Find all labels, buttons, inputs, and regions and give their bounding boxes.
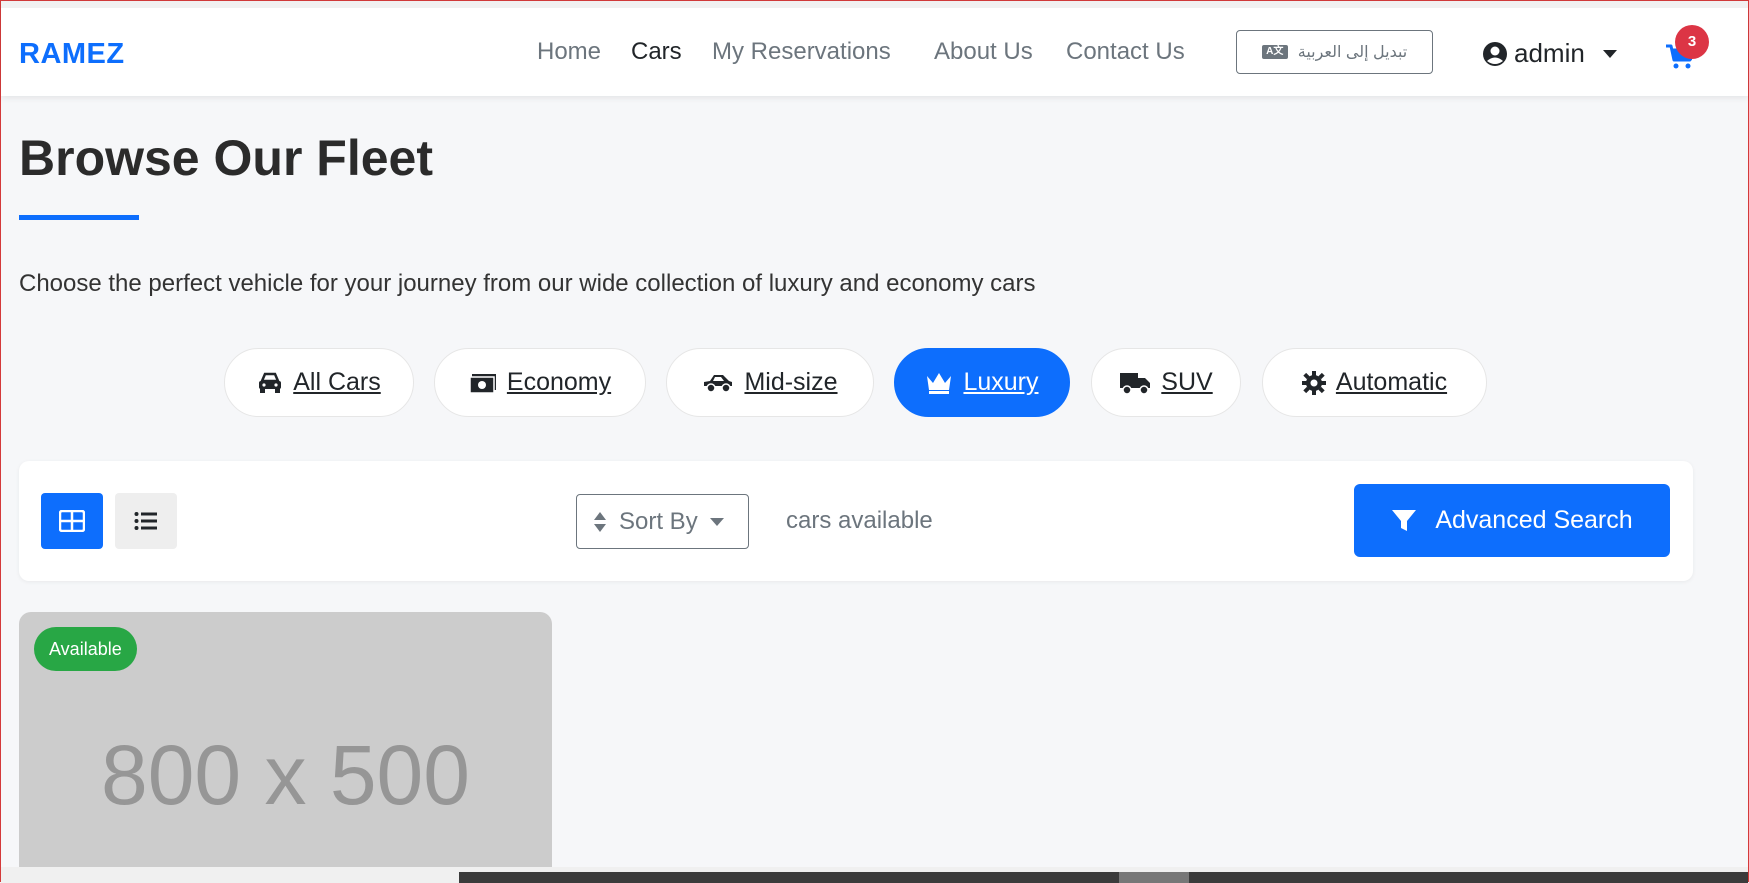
nav-cars[interactable]: Cars xyxy=(631,38,682,66)
car-icon xyxy=(259,372,282,393)
brand-logo[interactable]: RAMEZ xyxy=(19,38,125,71)
filter-label: All Cars xyxy=(293,368,381,396)
chevron-down-icon xyxy=(709,517,724,526)
sort-icon xyxy=(594,511,606,532)
language-icon: A文 xyxy=(1261,45,1288,59)
navbar: RAMEZ Home Cars My Reservations About Us… xyxy=(1,1,1748,96)
money-icon xyxy=(469,373,496,394)
truck-icon xyxy=(1120,372,1151,395)
filter-label: SUV xyxy=(1161,368,1213,396)
filter-suv[interactable]: SUV xyxy=(1091,348,1241,417)
scrollbar-thumb[interactable] xyxy=(459,872,1748,883)
page-subtitle: Choose the perfect vehicle for your jour… xyxy=(19,270,1036,297)
page-title: Browse Our Fleet xyxy=(19,130,433,186)
filter-label: Automatic xyxy=(1335,368,1448,396)
cart-count-badge: 3 xyxy=(1675,25,1709,59)
list-view-button[interactable] xyxy=(115,493,177,549)
grid-icon xyxy=(59,510,85,532)
cars-available-count: cars available xyxy=(786,507,933,534)
car-image-placeholder: 800 x 500 xyxy=(101,728,470,822)
filter-all-cars[interactable]: All Cars xyxy=(224,348,414,417)
language-toggle-label: تبديل إلى العربية xyxy=(1297,44,1408,61)
advanced-search-button[interactable]: Advanced Search xyxy=(1354,484,1670,557)
language-toggle-button[interactable]: A文 تبديل إلى العربية xyxy=(1236,30,1433,74)
nav-my-reservations[interactable]: My Reservations xyxy=(712,38,891,66)
filter-mid-size[interactable]: Mid-size xyxy=(666,348,874,417)
sort-by-label: Sort By xyxy=(619,507,698,535)
filter-economy[interactable]: Economy xyxy=(434,348,646,417)
scrollbar-grip xyxy=(1119,872,1189,883)
crown-icon xyxy=(927,372,952,394)
list-icon xyxy=(134,512,157,530)
car-side-icon xyxy=(704,374,733,393)
filter-luxury[interactable]: Luxury xyxy=(894,348,1070,417)
title-underline xyxy=(19,215,139,220)
filter-label: Economy xyxy=(506,368,612,396)
grid-view-button[interactable] xyxy=(41,493,103,549)
filter-label: Mid-size xyxy=(744,368,838,396)
user-menu[interactable]: admin xyxy=(1482,38,1617,69)
filter-icon xyxy=(1392,509,1417,531)
nav-home[interactable]: Home xyxy=(537,38,601,66)
car-card[interactable]: 800 x 500 Available xyxy=(19,612,552,872)
user-circle-icon xyxy=(1483,41,1507,66)
availability-badge: Available xyxy=(34,627,137,671)
gear-icon xyxy=(1301,370,1326,395)
user-name: admin xyxy=(1514,38,1585,68)
advanced-search-label: Advanced Search xyxy=(1435,506,1633,534)
filter-automatic[interactable]: Automatic xyxy=(1262,348,1487,417)
chevron-down-icon xyxy=(1602,49,1617,58)
nav-contact-us[interactable]: Contact Us xyxy=(1066,38,1185,66)
results-toolbar: Sort By cars available Advanced Search xyxy=(19,461,1693,581)
sort-by-dropdown[interactable]: Sort By xyxy=(576,494,749,549)
nav-about-us[interactable]: About Us xyxy=(934,38,1033,66)
filter-label: Luxury xyxy=(963,368,1039,396)
